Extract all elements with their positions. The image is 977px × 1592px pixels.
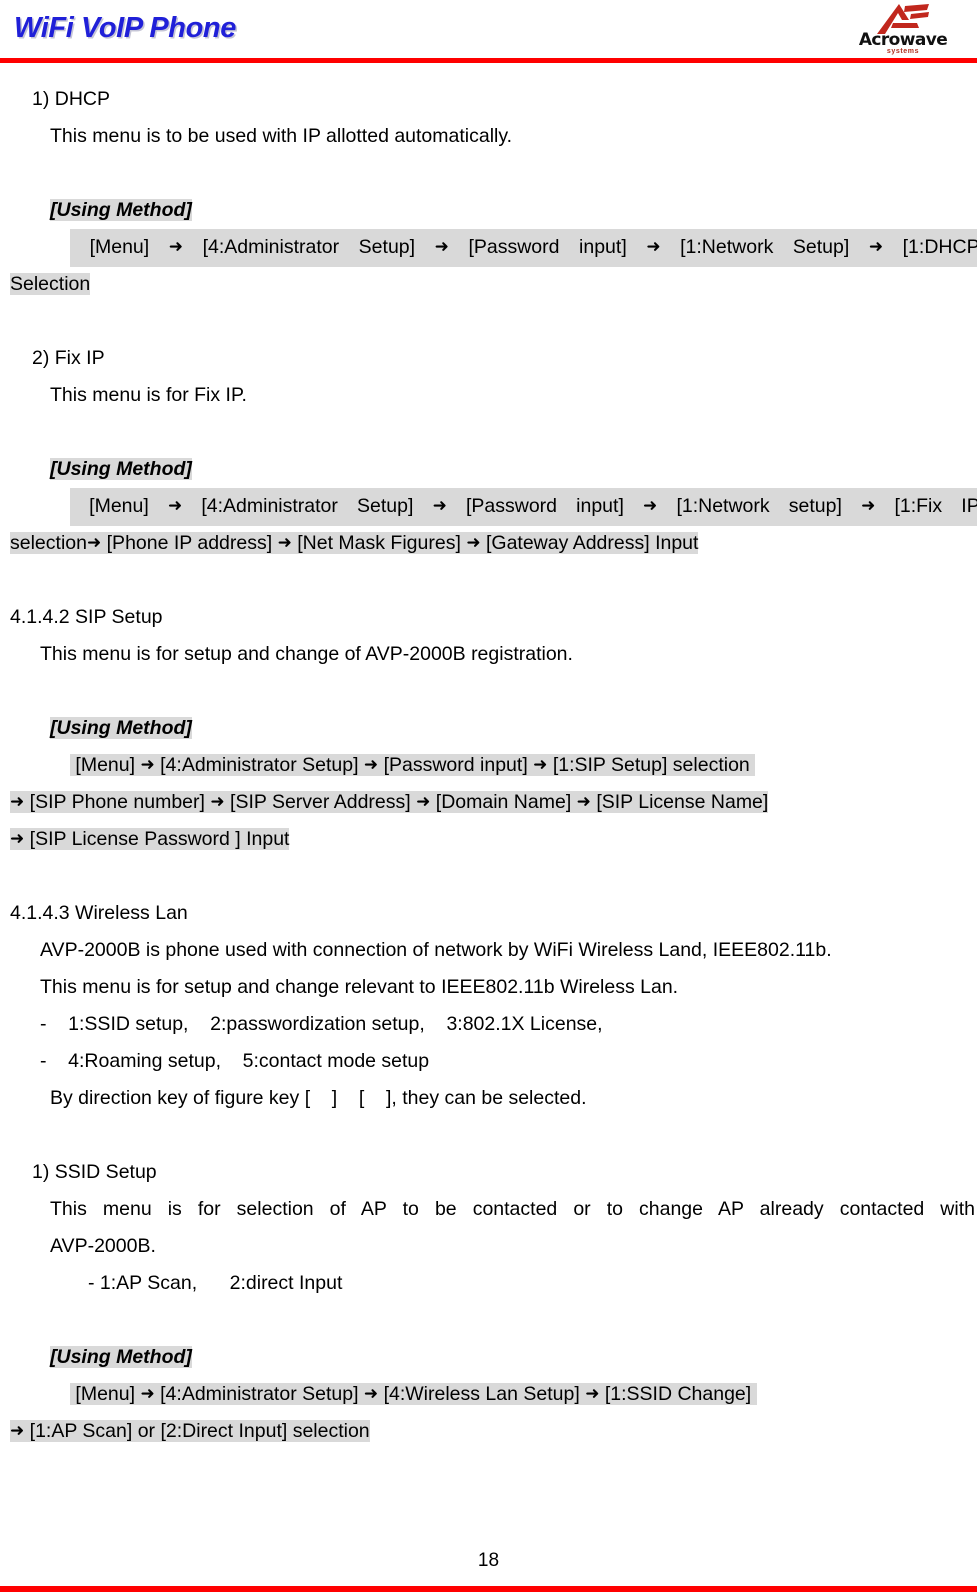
- arrow-icon: ➜: [432, 496, 447, 516]
- text-ssid-description-line2: AVP-2000B.: [50, 1235, 156, 1257]
- text-fixip-description: This menu is for Fix IP.: [50, 384, 247, 406]
- path-dhcp-line2: Selection: [10, 273, 91, 295]
- path-sip-line3: ➜ [SIP License Password ] Input: [10, 821, 967, 858]
- arrow-icon: ➜: [576, 792, 591, 812]
- logo-tagline: systems: [886, 48, 920, 55]
- path-sip-line2: ➜ [SIP Phone number] ➜ [SIP Server Addre…: [10, 784, 967, 821]
- arrow-icon: ➜: [210, 792, 225, 812]
- path-fixip-line1: [Menu] ➜ [4:Administrator Setup] ➜ [Pass…: [10, 488, 977, 526]
- path-dhcp-line1: [Menu] ➜ [4:Administrator Setup] ➜ [Pass…: [10, 229, 977, 267]
- path-sip-line1: [Menu] ➜ [4:Administrator Setup] ➜ [Pass…: [10, 747, 967, 784]
- page-number: 18: [477, 1550, 500, 1571]
- path-fixip-line2: selection➜ [Phone IP address] ➜ [Net Mas…: [10, 525, 967, 562]
- label-fixip-using-method: [Using Method]: [50, 458, 192, 480]
- arrow-icon: ➜: [466, 533, 481, 553]
- text-ssid-description-line1: This menu is for selection of AP to be c…: [50, 1198, 975, 1220]
- arrow-icon: ➜: [167, 496, 183, 516]
- label-dhcp-using-method: [Using Method]: [50, 199, 192, 221]
- arrow-icon: ➜: [585, 1384, 600, 1404]
- arrow-icon: ➜: [434, 237, 449, 257]
- list-item-wireless-2: - 4:Roaming setup, 5:contact mode setup: [40, 1050, 430, 1072]
- path-ssid-line1: [Menu] ➜ [4:Administrator Setup] ➜ [4:Wi…: [10, 1376, 967, 1413]
- arrow-icon: ➜: [861, 496, 876, 516]
- document-body: 1) DHCP This menu is to be used with IP …: [0, 63, 977, 1450]
- arrow-icon: ➜: [533, 755, 548, 775]
- page-header: WiFi VoIP Phone Acrowave systems: [0, 0, 977, 58]
- arrow-icon: ➜: [140, 755, 155, 775]
- arrow-icon: ➜: [10, 829, 25, 849]
- arrow-icon: ➜: [10, 1421, 25, 1441]
- list-item-ssid-options: - 1:AP Scan, 2:direct Input: [88, 1272, 343, 1294]
- logo-wordmark: Acrowave: [858, 30, 948, 50]
- label-sip-using-method: [Using Method]: [50, 717, 192, 739]
- text-dhcp-description: This menu is to be used with IP allotted…: [50, 125, 513, 147]
- heading-fixip: 2) Fix IP: [32, 347, 105, 369]
- arrow-icon: ➜: [168, 237, 183, 257]
- arrow-icon: ➜: [416, 792, 431, 812]
- list-item-wireless-1: - 1:SSID setup, 2:passwordization setup,…: [40, 1013, 603, 1035]
- arrow-icon: ➜: [10, 792, 25, 812]
- arrow-icon: ➜: [868, 237, 884, 257]
- footer-divider-rule: [0, 1586, 977, 1592]
- path-ssid-line2: ➜ [1:AP Scan] or [2:Direct Input] select…: [10, 1413, 967, 1450]
- heading-dhcp: 1) DHCP: [32, 88, 111, 110]
- text-wireless-description-1: AVP-2000B is phone used with connection …: [40, 939, 832, 961]
- heading-wireless-lan: 4.1.4.3 Wireless Lan: [10, 902, 188, 924]
- text-sip-description: This menu is for setup and change of AVP…: [40, 643, 573, 665]
- arrow-icon: ➜: [140, 1384, 155, 1404]
- text-wireless-description-2: This menu is for setup and change releva…: [40, 976, 679, 998]
- acrowave-logo: Acrowave systems: [847, 2, 959, 58]
- arrow-icon: ➜: [363, 755, 379, 775]
- heading-ssid-setup: 1) SSID Setup: [32, 1161, 157, 1183]
- arrow-icon: ➜: [646, 237, 661, 257]
- arrow-icon: ➜: [277, 533, 292, 553]
- label-ssid-using-method: [Using Method]: [50, 1346, 192, 1368]
- arrow-icon: ➜: [643, 496, 658, 516]
- arrow-icon: ➜: [86, 533, 102, 553]
- heading-sip-setup: 4.1.4.2 SIP Setup: [10, 606, 163, 628]
- text-wireless-note: By direction key of figure key [ ] [ ], …: [50, 1087, 587, 1109]
- document-title: WiFi VoIP Phone: [14, 12, 236, 44]
- arrow-icon: ➜: [363, 1384, 379, 1404]
